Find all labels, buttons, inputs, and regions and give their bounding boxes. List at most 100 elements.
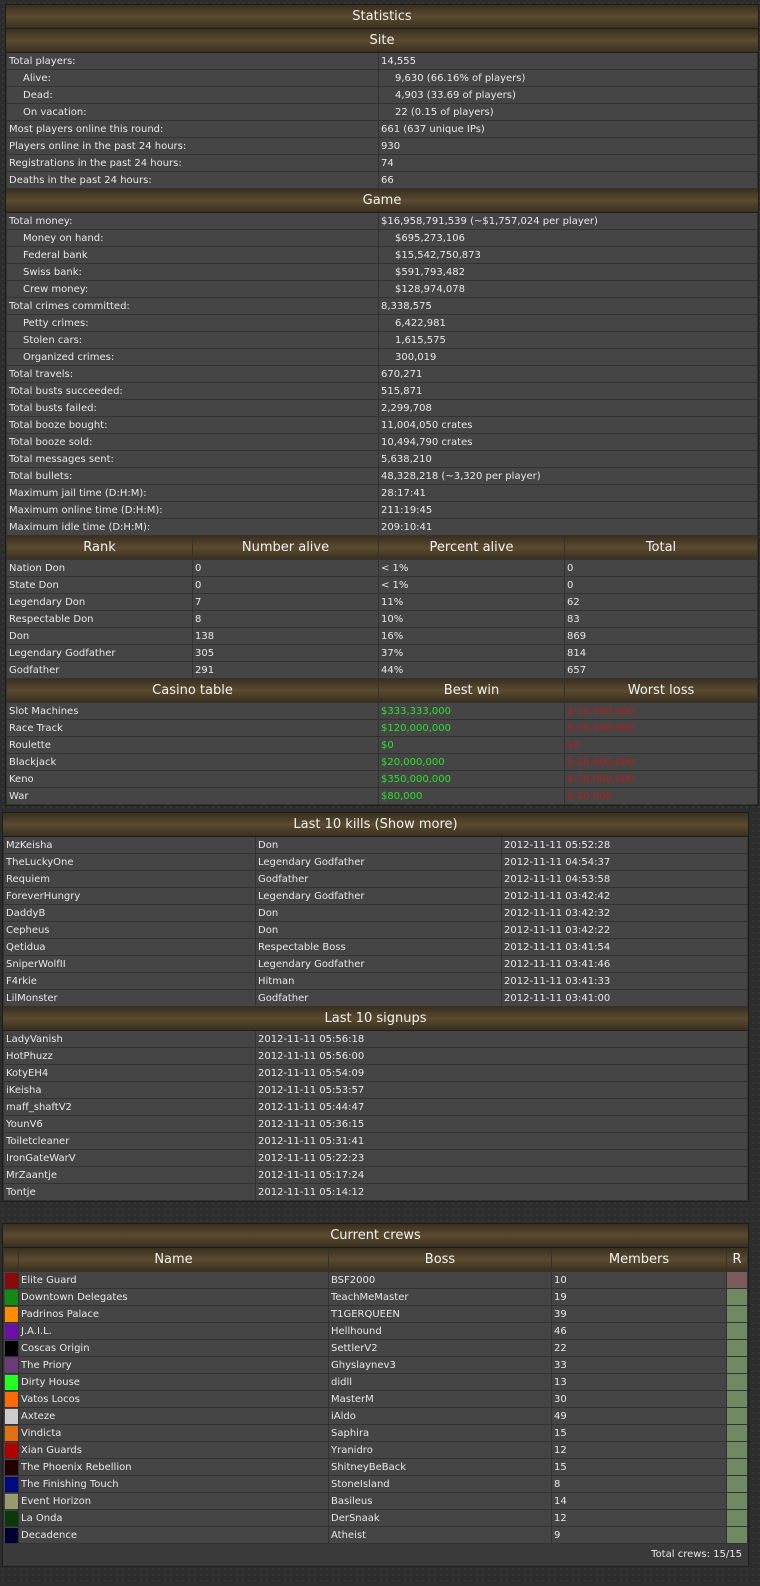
crew-color-swatch	[3, 1458, 19, 1476]
crew-boss-link[interactable]: TeachMeMaster	[328, 1288, 552, 1306]
crew-name-link[interactable]: Event Horizon	[18, 1492, 329, 1510]
crew-color-icon	[4, 1408, 18, 1424]
casino-worst-loss: $-20,000,000	[564, 770, 758, 788]
crew-name-link[interactable]: Coscas Origin	[18, 1339, 329, 1357]
stat-value: $695,273,106	[378, 229, 758, 247]
kill-row: Cepheus Don 2012-11-11 03:42:22	[3, 921, 748, 939]
crew-boss-link[interactable]: StoneIsland	[328, 1475, 552, 1493]
stat-row: Organized crimes: 300,019	[6, 348, 758, 366]
crew-boss-link[interactable]: T1GERQUEEN	[328, 1305, 552, 1323]
kill-time: 2012-11-11 03:41:00	[501, 989, 748, 1007]
stat-label: Most players online this round:	[6, 120, 379, 138]
kill-player-link[interactable]: Requiem	[3, 870, 256, 888]
crew-name-link[interactable]: Padrinos Palace	[18, 1305, 329, 1323]
kill-player-link[interactable]: TheLuckyOne	[3, 853, 256, 871]
crew-boss-link[interactable]: iAldo	[328, 1407, 552, 1425]
crew-members: 19	[551, 1288, 727, 1306]
crew-boss-link[interactable]: Basileus	[328, 1492, 552, 1510]
crews-table: Name Boss Members R Elite Guard BSF2000 10 Down…	[3, 1248, 748, 1544]
signup-player-link[interactable]: KotyEH4	[3, 1064, 256, 1082]
crew-boss-link[interactable]: Hellhound	[328, 1322, 552, 1340]
casino-row: War $80,000 $-20,000	[6, 787, 758, 805]
signup-time: 2012-11-11 05:44:47	[255, 1098, 748, 1116]
crew-name-link[interactable]: The Phoenix Rebellion	[18, 1458, 329, 1476]
crew-boss-link[interactable]: Atheist	[328, 1526, 552, 1544]
crew-name-link[interactable]: J.A.I.L.	[18, 1322, 329, 1340]
signup-player-link[interactable]: Toiletcleaner	[3, 1132, 256, 1150]
rank-cell: < 1%	[378, 576, 565, 594]
crew-name-link[interactable]: Elite Guard	[18, 1271, 329, 1289]
stat-value: 28:17:41	[378, 484, 758, 502]
crew-color-swatch	[3, 1492, 19, 1510]
crew-name-link[interactable]: Vindicta	[18, 1424, 329, 1442]
crew-name-link[interactable]: Axteze	[18, 1407, 329, 1425]
signup-row: KotyEH4 2012-11-11 05:54:09	[3, 1064, 748, 1082]
column-header: Best win	[378, 679, 565, 703]
kill-player-link[interactable]: ForeverHungry	[3, 887, 256, 905]
crew-boss-link[interactable]: ShitneyBeBack	[328, 1458, 552, 1476]
signup-player-link[interactable]: LadyVanish	[3, 1031, 256, 1048]
crew-name-link[interactable]: Vatos Locos	[18, 1390, 329, 1408]
stat-row: Federal bank $15,542,750,873	[6, 246, 758, 264]
signup-player-link[interactable]: iKeisha	[3, 1081, 256, 1099]
color-column-header	[3, 1248, 19, 1272]
kill-rank: Godfather	[255, 870, 502, 888]
crew-boss-link[interactable]: Yranidro	[328, 1441, 552, 1459]
crew-color-icon	[4, 1510, 18, 1526]
crew-name-link[interactable]: Decadence	[18, 1526, 329, 1544]
crews-title: Current crews	[3, 1224, 748, 1248]
crew-recruiting-indicator	[726, 1441, 748, 1459]
crew-members: 46	[551, 1322, 727, 1340]
stat-value: 11,004,050 crates	[378, 416, 758, 434]
kill-rank: Legendary Godfather	[255, 955, 502, 973]
kill-player-link[interactable]: SniperWolfII	[3, 955, 256, 973]
stat-value: 9,630 (66.16% of players)	[378, 69, 758, 87]
crew-name-link[interactable]: The Priory	[18, 1356, 329, 1374]
rank-cell: 10%	[378, 610, 565, 628]
stat-value: $16,958,791,539 (~$1,757,024 per player)	[378, 213, 758, 230]
crew-name-link[interactable]: La Onda	[18, 1509, 329, 1527]
crew-boss-link[interactable]: MasterM	[328, 1390, 552, 1408]
crew-members: 12	[551, 1441, 727, 1459]
stat-row: Swiss bank: $591,793,482	[6, 263, 758, 281]
rank-cell: < 1%	[378, 559, 565, 577]
crew-color-swatch	[3, 1373, 19, 1391]
crew-boss-link[interactable]: DerSnaak	[328, 1509, 552, 1527]
kill-player-link[interactable]: F4rkie	[3, 972, 256, 990]
stat-label: Total crimes committed:	[6, 297, 379, 315]
signup-player-link[interactable]: maff_shaftV2	[3, 1098, 256, 1116]
signup-row: HotPhuzz 2012-11-11 05:56:00	[3, 1047, 748, 1065]
stat-row: Total money: $16,958,791,539 (~$1,757,024…	[6, 213, 758, 230]
rank-cell: 657	[564, 661, 758, 679]
signup-player-link[interactable]: Tontje	[3, 1183, 256, 1201]
crew-row: The Finishing Touch StoneIsland 8	[3, 1475, 748, 1493]
kill-player-link[interactable]: Qetidua	[3, 938, 256, 956]
crew-boss-link[interactable]: SettlerV2	[328, 1339, 552, 1357]
kill-player-link[interactable]: DaddyB	[3, 904, 256, 922]
crew-boss-link[interactable]: BSF2000	[328, 1271, 552, 1289]
signup-player-link[interactable]: MrZaantje	[3, 1166, 256, 1184]
crew-boss-link[interactable]: Saphira	[328, 1424, 552, 1442]
kills-title[interactable]: Last 10 kills (Show more)	[3, 813, 748, 837]
crew-boss-link[interactable]: didll	[328, 1373, 552, 1391]
kill-player-link[interactable]: MzKeisha	[3, 837, 256, 854]
kill-rank: Legendary Godfather	[255, 853, 502, 871]
kill-time: 2012-11-11 05:52:28	[501, 837, 748, 854]
crew-name-link[interactable]: Downtown Delegates	[18, 1288, 329, 1306]
signup-player-link[interactable]: YounV6	[3, 1115, 256, 1133]
game-section-title: Game	[6, 189, 758, 213]
column-header: Casino table	[6, 679, 379, 703]
crew-name-link[interactable]: The Finishing Touch	[18, 1475, 329, 1493]
kill-player-link[interactable]: LilMonster	[3, 989, 256, 1007]
stat-value: 930	[378, 137, 758, 155]
rank-cell: 0	[564, 576, 758, 594]
column-header: Worst loss	[564, 679, 758, 703]
kill-player-link[interactable]: Cepheus	[3, 921, 256, 939]
signup-player-link[interactable]: IronGateWarV	[3, 1149, 256, 1167]
signup-time: 2012-11-11 05:17:24	[255, 1166, 748, 1184]
signup-player-link[interactable]: HotPhuzz	[3, 1047, 256, 1065]
crew-name-link[interactable]: Dirty House	[18, 1373, 329, 1391]
crew-name-link[interactable]: Xian Guards	[18, 1441, 329, 1459]
crew-boss-link[interactable]: Ghyslaynev3	[328, 1356, 552, 1374]
crew-row: La Onda DerSnaak 12	[3, 1509, 748, 1527]
